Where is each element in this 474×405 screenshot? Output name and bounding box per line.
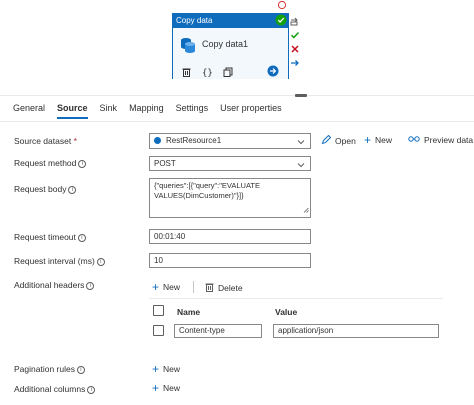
code-icon[interactable]: {}	[201, 66, 213, 78]
column-header-value: Value	[275, 307, 298, 317]
chevron-down-icon	[297, 137, 305, 151]
request-body-textarea[interactable]: {"queries":[{"query":"EVALUATE VALUES(Di…	[149, 178, 311, 218]
resize-grip-icon[interactable]	[303, 206, 309, 216]
success-output-icon[interactable]	[290, 30, 300, 40]
request-method-label: Request method i	[14, 158, 87, 168]
header-value-input[interactable]: application/json	[273, 324, 439, 338]
request-body-label: Request body i	[14, 184, 77, 194]
request-timeout-label: Request timeout i	[14, 232, 86, 242]
plus-icon: +	[152, 362, 160, 376]
plus-icon: +	[364, 133, 372, 147]
completion-output-icon[interactable]	[290, 58, 300, 68]
new-additional-column-button[interactable]: + New	[152, 381, 180, 395]
trash-icon	[205, 282, 214, 294]
info-icon[interactable]: i	[77, 234, 86, 242]
skip-output-icon[interactable]	[290, 16, 300, 26]
tab-general[interactable]: General	[13, 103, 45, 119]
failure-output-icon[interactable]	[290, 44, 300, 54]
info-icon[interactable]: i	[76, 366, 85, 374]
request-interval-label: Request interval (ms) i	[14, 256, 105, 266]
tabs-divider	[0, 121, 474, 122]
open-dataset-button[interactable]: Open	[321, 134, 356, 147]
preview-data-button[interactable]: Preview data	[408, 135, 473, 145]
pencil-icon	[321, 134, 332, 147]
row-checkbox[interactable]	[153, 325, 164, 336]
info-icon[interactable]: i	[78, 160, 87, 168]
info-icon[interactable]: i	[96, 258, 105, 266]
tab-settings[interactable]: Settings	[176, 103, 209, 119]
panel-divider	[0, 95, 474, 96]
source-dataset-select[interactable]: RestResource1	[149, 133, 311, 149]
source-dataset-label: Source dataset *	[14, 136, 77, 146]
toolbar-separator	[193, 281, 194, 293]
tab-source[interactable]: Source	[57, 103, 88, 119]
svg-text:{}: {}	[202, 69, 212, 78]
chevron-down-icon	[297, 160, 305, 173]
new-header-button[interactable]: + New	[152, 280, 180, 294]
additional-headers-label: Additional headers i	[14, 280, 95, 290]
pagination-rules-label: Pagination rules i	[14, 364, 85, 374]
plus-icon: +	[152, 381, 160, 395]
additional-columns-label: Additional columns i	[14, 384, 96, 394]
pipeline-canvas: Copy data Copy data1 {}	[0, 0, 474, 96]
panel-resize-handle[interactable]	[295, 94, 307, 97]
header-name-input[interactable]: Content-type	[174, 324, 262, 338]
column-header-name: Name	[177, 307, 201, 317]
info-icon[interactable]: i	[86, 282, 95, 290]
toolbar-divider	[149, 298, 443, 299]
activity-name: Copy data1	[202, 39, 249, 49]
refresh-icon	[277, 0, 287, 12]
properties-tabs: General Source Sink Mapping Settings Use…	[13, 103, 294, 119]
tab-user-properties[interactable]: User properties	[220, 103, 282, 119]
tab-mapping[interactable]: Mapping	[129, 103, 164, 119]
copy-data-activity[interactable]: Copy data Copy data1 {}	[172, 13, 289, 79]
select-all-checkbox[interactable]	[153, 305, 164, 316]
delete-icon[interactable]	[180, 66, 192, 78]
delete-header-button[interactable]: Delete	[205, 282, 243, 294]
new-dataset-button[interactable]: + New	[364, 133, 392, 147]
required-marker: *	[73, 136, 77, 146]
activity-type-label: Copy data	[173, 14, 288, 28]
request-method-select[interactable]: POST	[149, 156, 311, 171]
request-interval-input[interactable]: 10	[149, 253, 311, 268]
dataset-type-icon	[154, 137, 161, 144]
request-timeout-input[interactable]: 00:01:40	[149, 229, 311, 244]
arrow-right-circle-icon[interactable]	[267, 65, 279, 79]
database-copy-icon	[179, 36, 197, 56]
info-icon[interactable]: i	[68, 186, 77, 194]
tab-sink[interactable]: Sink	[100, 103, 118, 119]
glasses-icon	[408, 135, 420, 145]
clone-icon[interactable]	[222, 66, 234, 78]
new-pagination-rule-button[interactable]: + New	[152, 362, 180, 376]
success-status-icon	[275, 14, 287, 28]
info-icon[interactable]: i	[87, 386, 96, 394]
plus-icon: +	[152, 280, 160, 294]
